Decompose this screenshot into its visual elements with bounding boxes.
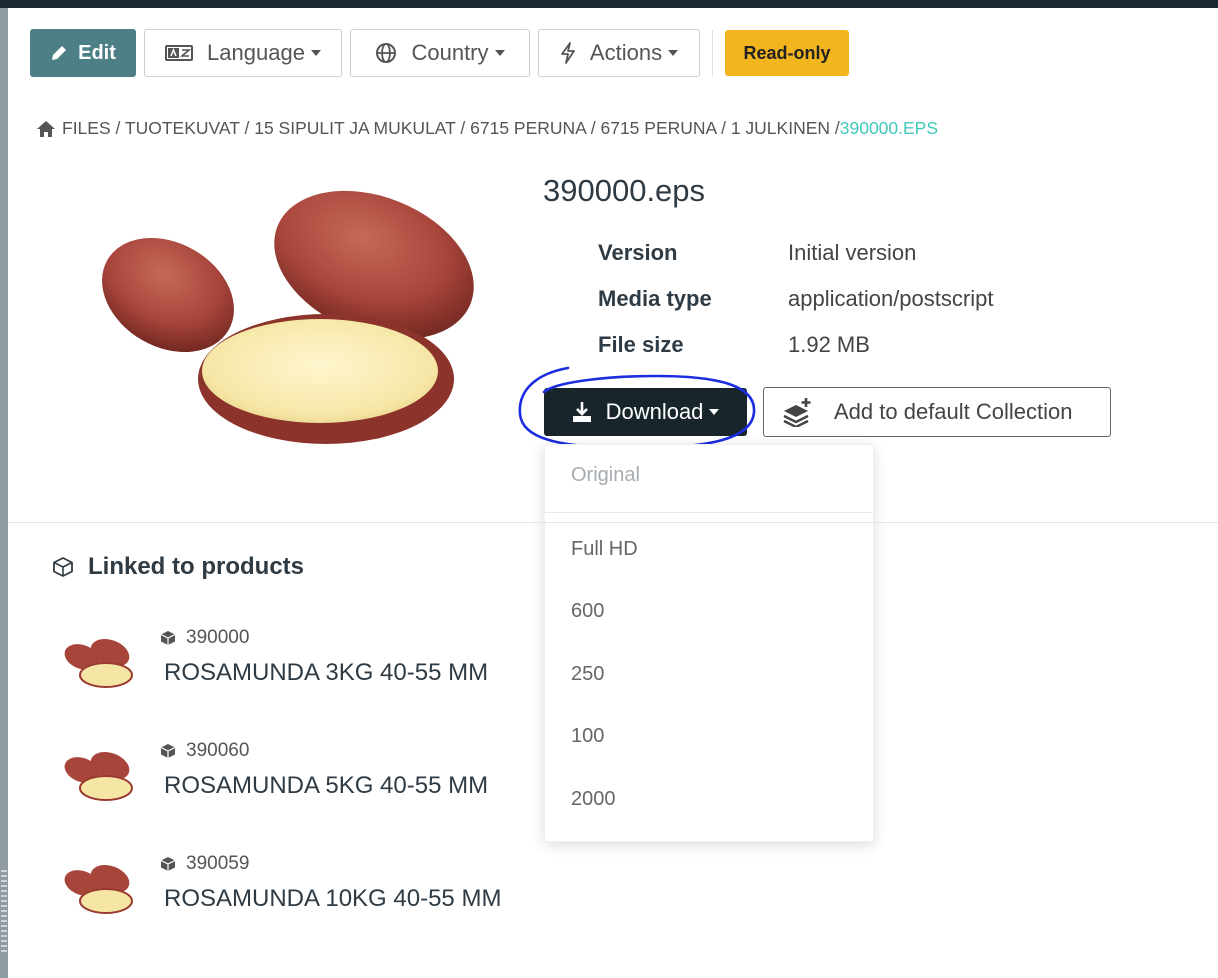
breadcrumb-current: 390000.EPS	[839, 118, 939, 138]
toolbar-divider	[712, 30, 713, 76]
toolbar: Edit Language Country Actions Read-only	[30, 28, 849, 78]
product-thumbnail	[64, 751, 133, 801]
chevron-down-icon	[709, 409, 720, 415]
property-version: Version Initial version	[598, 230, 993, 276]
property-key: Version	[598, 240, 678, 265]
language-icon	[165, 44, 194, 62]
property-media-type: Media type application/postscript	[598, 276, 993, 322]
product-code-text: 390060	[186, 740, 250, 761]
section-divider	[8, 522, 1218, 523]
breadcrumb: FILES / TUOTEKUVAT / 15 SIPULIT JA MUKUL…	[36, 118, 938, 139]
bolt-icon	[560, 42, 576, 64]
collection-label: Add to default Collection	[834, 399, 1073, 424]
linked-product[interactable]: 390059 ROSAMUNDA 10KG 40-55 MM	[58, 853, 558, 933]
property-key: File size	[598, 332, 684, 357]
chevron-down-icon	[494, 50, 505, 56]
linked-product[interactable]: 390000 ROSAMUNDA 3KG 40-55 MM	[58, 627, 558, 707]
actions-dropdown[interactable]: Actions	[538, 29, 700, 77]
download-dropdown-menu: Original Full HD 600 250 100 2000	[544, 444, 874, 842]
product-thumbnail	[64, 864, 133, 914]
home-icon[interactable]	[36, 120, 56, 138]
chevron-down-icon	[310, 50, 321, 56]
breadcrumb-path[interactable]: FILES / TUOTEKUVAT / 15 SIPULIT JA MUKUL…	[62, 118, 840, 139]
product-code-text: 390000	[186, 627, 250, 648]
product-name: ROSAMUNDA 5KG 40-55 MM	[164, 772, 489, 799]
linked-products-heading: Linked to products	[52, 553, 304, 581]
download-option-250[interactable]: 250	[571, 663, 604, 686]
file-title: 390000.eps	[543, 173, 706, 208]
edit-button[interactable]: Edit	[30, 29, 136, 77]
cube-icon	[52, 556, 74, 578]
download-option-2000[interactable]: 2000	[571, 788, 616, 811]
product-code-text: 390059	[186, 853, 250, 874]
product-code: 390060	[160, 740, 249, 762]
language-label: Language	[207, 40, 305, 65]
country-dropdown[interactable]: Country	[350, 29, 530, 77]
globe-icon	[375, 42, 397, 64]
resize-grip[interactable]	[1, 870, 7, 954]
pencil-icon	[50, 44, 68, 62]
dropdown-header-original: Original	[571, 464, 640, 486]
file-preview-image	[30, 167, 530, 485]
property-value: Initial version	[788, 240, 917, 265]
cube-small-icon	[160, 743, 176, 759]
property-value: 1.92 MB	[788, 332, 870, 357]
country-label: Country	[411, 40, 489, 65]
download-option-100[interactable]: 100	[571, 725, 604, 748]
edit-label: Edit	[78, 41, 116, 64]
product-name: ROSAMUNDA 10KG 40-55 MM	[164, 885, 502, 912]
cube-small-icon	[160, 856, 176, 872]
dropdown-divider	[545, 512, 873, 513]
product-thumbnail	[64, 638, 133, 688]
download-label: Download	[605, 399, 704, 424]
layers-plus-icon	[782, 397, 814, 427]
linked-product[interactable]: 390060 ROSAMUNDA 5KG 40-55 MM	[58, 740, 558, 820]
product-name: ROSAMUNDA 3KG 40-55 MM	[164, 659, 489, 686]
actions-label: Actions	[589, 40, 663, 65]
download-option-full-hd[interactable]: Full HD	[571, 538, 638, 561]
window-top-border	[0, 0, 1218, 8]
property-file-size: File size 1.92 MB	[598, 322, 993, 368]
add-to-collection-button[interactable]: Add to default Collection	[763, 387, 1111, 437]
download-button[interactable]: Download	[544, 388, 747, 436]
product-code: 390059	[160, 853, 249, 875]
chevron-down-icon	[668, 50, 679, 56]
cube-small-icon	[160, 630, 176, 646]
download-icon	[572, 401, 592, 423]
language-dropdown[interactable]: Language	[144, 29, 342, 77]
linked-products-title: Linked to products	[88, 553, 304, 580]
property-key: Media type	[598, 286, 712, 311]
readonly-badge: Read-only	[725, 30, 849, 76]
download-option-600[interactable]: 600	[571, 600, 604, 623]
file-properties: Version Initial version Media type appli…	[598, 230, 993, 368]
property-value: application/postscript	[788, 286, 994, 311]
left-panel-rail[interactable]	[0, 8, 8, 978]
product-code: 390000	[160, 627, 249, 649]
